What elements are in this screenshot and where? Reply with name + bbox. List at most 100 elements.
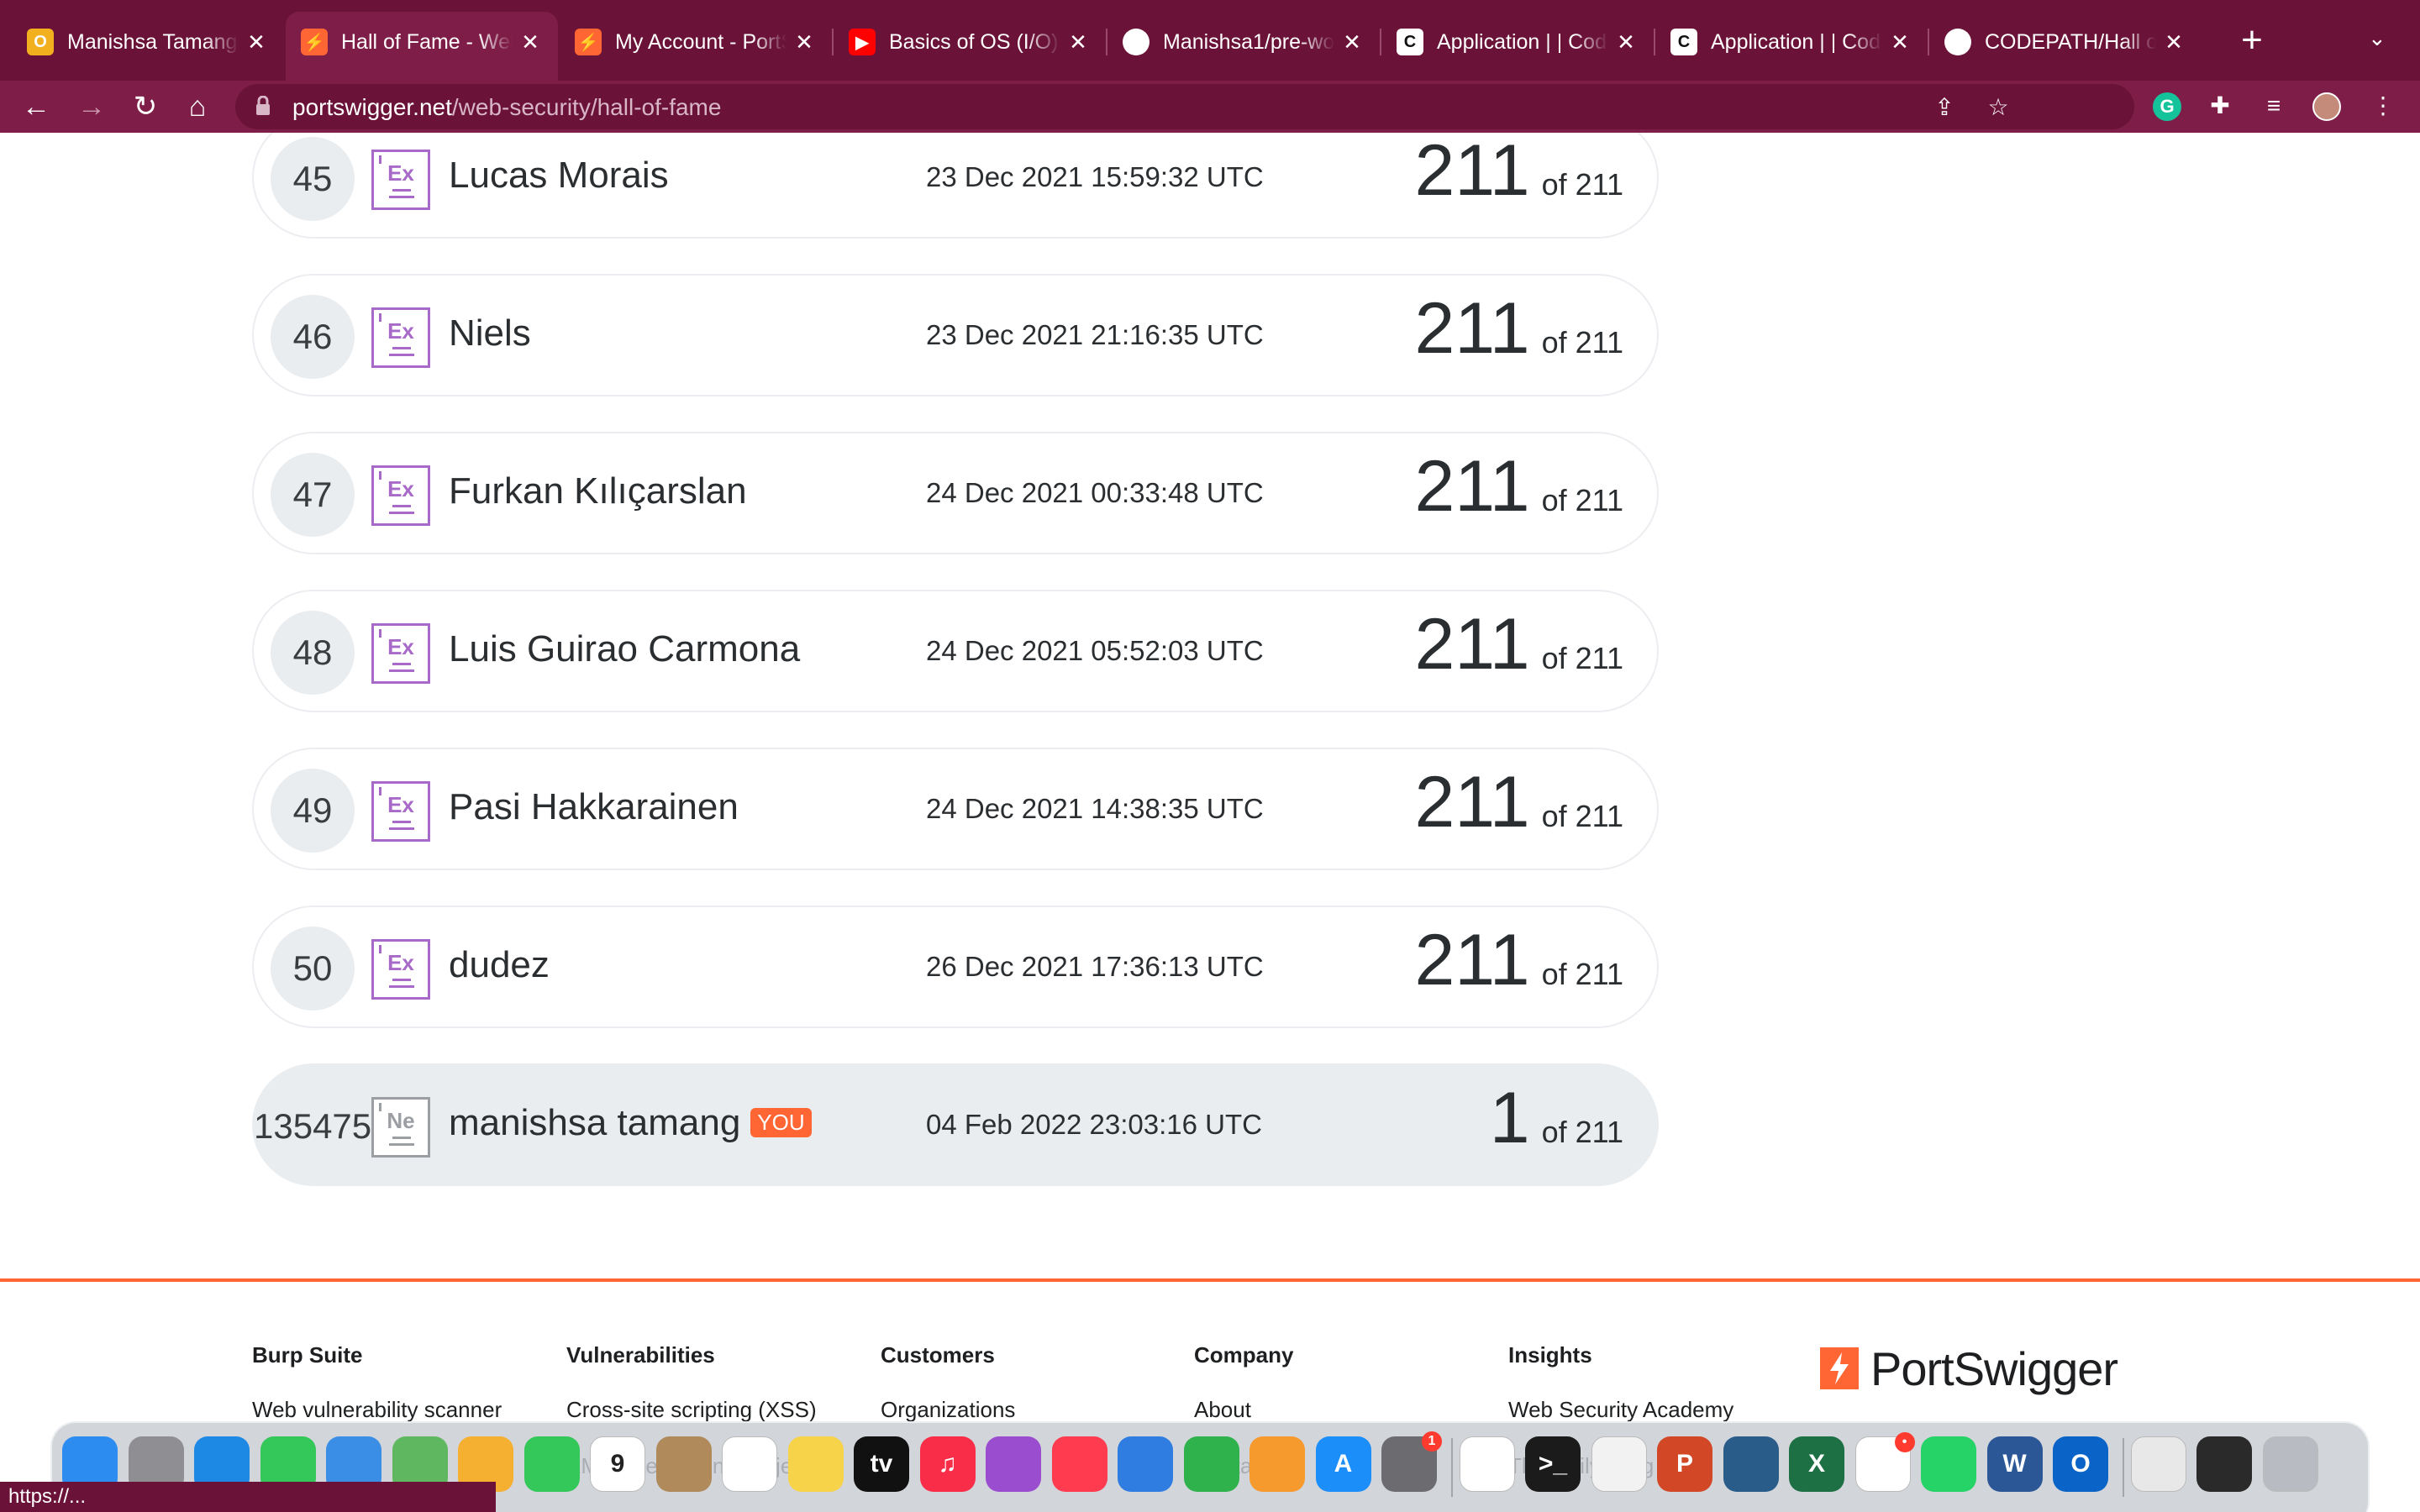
browser-tab[interactable]: CODEPATH/Hall of Fame✕: [1929, 13, 2202, 71]
footer-heading: Customers: [881, 1342, 995, 1368]
extensions-puzzle-icon[interactable]: ✚: [2207, 92, 2233, 119]
whatsapp-icon[interactable]: [1921, 1436, 1976, 1492]
page-content: 45 Ex Lucas Morais 23 Dec 2021 15:59:32 …: [0, 133, 2420, 1512]
badge-label: Ne: [387, 1108, 415, 1133]
completion-date: 24 Dec 2021 05:52:03 UTC: [926, 635, 1264, 666]
profile-avatar[interactable]: [2312, 92, 2341, 121]
github-icon: [1944, 29, 1971, 55]
score: 1 of 211: [1490, 1077, 1623, 1160]
tab-separator: [1106, 29, 1107, 55]
browser-tab[interactable]: O Manishsa Tamang ✕: [12, 13, 284, 71]
dock-icon-label: W: [2002, 1450, 2027, 1478]
completion-date: 23 Dec 2021 21:16:35 UTC: [926, 319, 1264, 350]
expert-badge-icon: Ex: [371, 623, 430, 684]
user-name: Luis Guirao Carmona: [449, 628, 800, 670]
podcasts-icon[interactable]: [986, 1436, 1041, 1492]
browser-tab[interactable]: C Application | | CodePath✕: [1381, 13, 1654, 71]
home-icon[interactable]: ⌂: [176, 86, 218, 128]
portswigger-icon: ⚡: [575, 29, 602, 55]
bookmark-star-icon[interactable]: ☆: [1985, 94, 2012, 121]
close-tab-icon[interactable]: ✕: [1065, 29, 1091, 55]
browser-tab[interactable]: ⚡ My Account - PortSwigger✕: [560, 13, 832, 71]
url-path: /web-security/hall-of-fame: [451, 94, 722, 120]
dock-icon-label: O: [2070, 1450, 2091, 1478]
close-tab-icon[interactable]: ✕: [244, 29, 269, 55]
score-value: 211: [1414, 446, 1530, 527]
preview-docs-icon[interactable]: [2130, 1436, 2186, 1492]
textedit-icon[interactable]: [1591, 1436, 1647, 1492]
footer-link[interactable]: Organizations: [881, 1397, 1015, 1423]
badge-label: Ex: [387, 476, 414, 501]
portswigger-logo[interactable]: PortSwigger: [1820, 1339, 2118, 1398]
news-icon[interactable]: [1051, 1436, 1107, 1492]
screenshot-window-icon[interactable]: [2196, 1436, 2252, 1492]
chrome-menu-icon[interactable]: ⋮: [2370, 92, 2396, 119]
share-icon[interactable]: ⇪: [1931, 94, 1958, 121]
user-name: dudez: [449, 944, 550, 986]
excel-icon[interactable]: X: [1789, 1436, 1844, 1492]
tab-title: Manishsa Tamang: [67, 29, 238, 54]
footer-link[interactable]: Cross-site scripting (XSS): [566, 1397, 839, 1423]
notes-icon[interactable]: [787, 1436, 844, 1492]
expert-badge-icon: Ex: [371, 939, 430, 1000]
pages-icon[interactable]: [1249, 1436, 1305, 1492]
contacts-icon[interactable]: [655, 1436, 712, 1492]
forward-arrow-icon[interactable]: →: [71, 86, 113, 128]
close-tab-icon[interactable]: ✕: [1887, 29, 1912, 55]
system-preferences-icon[interactable]: 1: [1381, 1431, 1442, 1492]
tab-search-chevron-icon[interactable]: ⌄: [2368, 25, 2386, 51]
tab-separator: [832, 29, 834, 55]
user-name-text: manishsa tamang: [449, 1102, 741, 1143]
new-tab-button[interactable]: +: [2235, 20, 2269, 60]
notification-badge: 1: [1422, 1431, 1442, 1452]
dock-icon-label: X: [1807, 1450, 1825, 1478]
score: 211 of 211: [1414, 761, 1623, 844]
close-tab-icon[interactable]: ✕: [792, 29, 817, 55]
apple-tv-icon[interactable]: tv: [854, 1436, 909, 1492]
footer-link[interactable]: Web Security Academy: [1508, 1397, 1733, 1423]
expert-badge-icon: Ex: [371, 307, 430, 368]
numbers-icon[interactable]: [1183, 1436, 1239, 1492]
grammarly-icon[interactable]: G: [2153, 92, 2181, 121]
score-total: of 211: [1541, 1115, 1623, 1149]
user-name: manishsa tamang YOU: [449, 1102, 812, 1144]
word-icon[interactable]: W: [1986, 1436, 2043, 1492]
calendar-icon[interactable]: 9: [590, 1436, 645, 1492]
tab-title: Application | | CodePath: [1711, 29, 1882, 54]
close-tab-icon[interactable]: ✕: [1339, 29, 1365, 55]
score-value: 211: [1414, 604, 1530, 685]
reminders-icon[interactable]: [722, 1436, 777, 1492]
close-tab-icon[interactable]: ✕: [518, 29, 543, 55]
keynote-icon[interactable]: [1118, 1436, 1173, 1492]
user-name-text: Furkan Kılıçarslan: [449, 470, 747, 512]
footer-link[interactable]: Web vulnerability scanner: [252, 1397, 502, 1423]
browser-tab[interactable]: ▶ Basics of OS (I/O) ✕: [834, 13, 1106, 71]
dock-icon-label: tv: [870, 1450, 893, 1478]
reading-list-icon[interactable]: ≡: [2260, 92, 2287, 119]
outlook-icon[interactable]: O: [2053, 1436, 2108, 1492]
close-tab-icon[interactable]: ✕: [1613, 29, 1639, 55]
browser-tab[interactable]: C Application | | CodePath✕: [1655, 13, 1928, 71]
app-store-icon[interactable]: A: [1315, 1436, 1371, 1492]
mysql-workbench-icon[interactable]: [1723, 1436, 1779, 1492]
youtube-icon: ▶: [849, 29, 876, 55]
address-bar[interactable]: portswigger.net/web-security/hall-of-fam…: [235, 84, 2134, 129]
browser-tab[interactable]: Manishsa1/pre-work ✕: [1107, 13, 1380, 71]
footer-heading: Burp Suite: [252, 1342, 363, 1368]
status-url: https://...: [0, 1482, 496, 1512]
browser-tab[interactable]: ⚡ Hall of Fame - Web Security Academy✕: [286, 12, 558, 84]
tab-title: Manishsa1/pre-work: [1163, 29, 1334, 54]
terminal-icon[interactable]: >_: [1525, 1436, 1581, 1492]
tab-separator: [1928, 29, 1929, 55]
reload-icon[interactable]: ↻: [124, 86, 166, 128]
close-tab-icon[interactable]: ✕: [2161, 29, 2186, 55]
slack-icon[interactable]: •: [1854, 1432, 1915, 1492]
facetime-icon[interactable]: [523, 1436, 580, 1492]
chrome-icon[interactable]: [1459, 1436, 1515, 1492]
leaderboard-row: 45 Ex Lucas Morais 23 Dec 2021 15:59:32 …: [252, 133, 1659, 239]
powerpoint-icon[interactable]: P: [1657, 1436, 1712, 1492]
trash-icon[interactable]: [2262, 1436, 2318, 1492]
back-arrow-icon[interactable]: ←: [15, 86, 57, 128]
music-icon[interactable]: ♫: [919, 1436, 976, 1492]
footer-link[interactable]: About: [1194, 1397, 1293, 1423]
